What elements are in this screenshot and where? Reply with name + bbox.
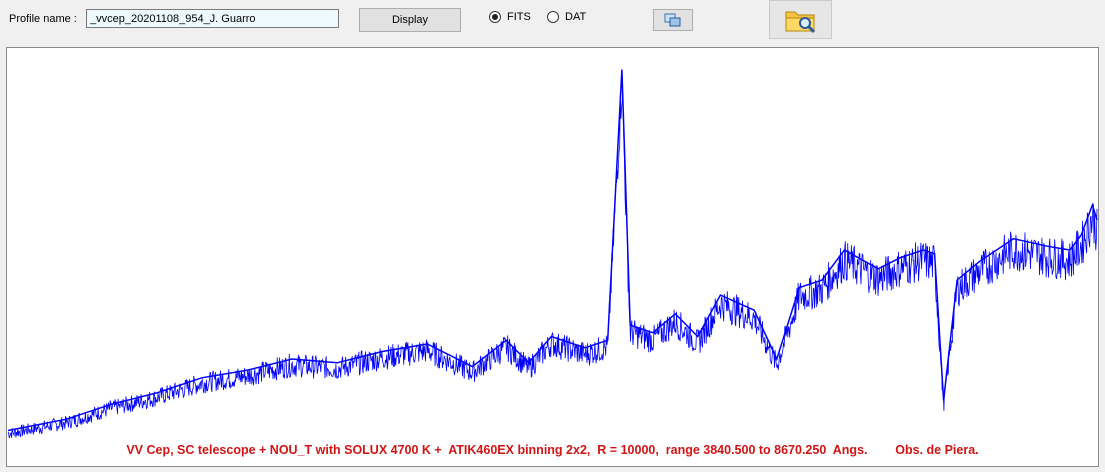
radio-selected-dot bbox=[492, 14, 498, 20]
dat-radio-label: DAT bbox=[565, 11, 587, 23]
spectrum-lines bbox=[7, 69, 1098, 439]
fits-radio-label: FITS bbox=[507, 11, 531, 23]
spectrum-chart bbox=[7, 69, 1098, 439]
display-button[interactable]: Display bbox=[359, 8, 461, 32]
dat-radio-circle[interactable] bbox=[547, 11, 559, 23]
open-file-button[interactable] bbox=[769, 0, 832, 39]
spectrum-plot: VV Cep, SC telescope + NOU_T with SOLUX … bbox=[6, 47, 1099, 467]
fits-radio[interactable]: FITS bbox=[489, 11, 531, 23]
plot-caption: VV Cep, SC telescope + NOU_T with SOLUX … bbox=[126, 443, 979, 457]
toolbar: Profile name : Display FITS DAT bbox=[0, 0, 1105, 46]
spectrum-noise bbox=[7, 93, 1098, 439]
copy-button[interactable] bbox=[653, 9, 693, 31]
fits-radio-circle[interactable] bbox=[489, 11, 501, 23]
folder-search-icon bbox=[785, 11, 815, 33]
profile-name-input[interactable] bbox=[86, 9, 339, 28]
copy-icon bbox=[664, 13, 681, 27]
dat-radio[interactable]: DAT bbox=[547, 11, 586, 23]
spectrum-line bbox=[7, 69, 1098, 432]
profile-name-label: Profile name : bbox=[9, 13, 77, 25]
